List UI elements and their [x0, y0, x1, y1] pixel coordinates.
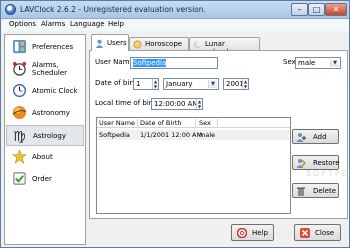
time-of-birth-value: 12:00:00 AM	[154, 100, 199, 108]
column-header-date-of-birth[interactable]: Date of Birth	[140, 119, 182, 127]
menu-options[interactable]: Options	[9, 20, 36, 28]
tab-users[interactable]: Users	[91, 34, 129, 51]
svg-text:♍: ♍	[13, 129, 26, 143]
menu-help[interactable]: Help	[108, 20, 124, 28]
minimize-button[interactable]: –	[291, 3, 308, 16]
watermark: SOFTPEDIA	[306, 169, 350, 178]
moon-icon	[193, 40, 202, 49]
sidebar-item-astronomy[interactable]: Astronomy	[6, 103, 84, 124]
close-button-label: Close	[315, 229, 335, 237]
restore-button-label: Restore	[313, 159, 340, 167]
sidebar-item-label: Order	[32, 175, 52, 183]
sidebar: Preferences Alarms, Scheduler Atomic Clo…	[4, 34, 86, 245]
menu-alarms[interactable]: Alarms	[41, 20, 65, 28]
add-user-icon	[296, 133, 306, 142]
sidebar-item-label: About	[32, 153, 53, 161]
birth-year-stepper[interactable]: 2001 ▲ ▼	[223, 78, 249, 90]
spinner-arrows-icon[interactable]: ▲ ▼	[242, 79, 248, 89]
window-title: LAVClock 2.6.2 - Unregistered evaluation…	[20, 5, 206, 14]
add-button-label: Add	[313, 133, 327, 141]
astrology-icon: ♍	[13, 129, 26, 143]
menu-language[interactable]: Language	[70, 20, 105, 28]
close-window-button[interactable]: ✕	[325, 3, 347, 16]
birth-day-stepper[interactable]: 1 ▲ ▼	[133, 78, 159, 90]
app-icon	[5, 4, 16, 15]
tab-label: Users	[107, 39, 127, 47]
help-button[interactable]: Help	[231, 224, 274, 241]
tab-lunar-calendars[interactable]: Lunar calendars	[189, 37, 260, 56]
sidebar-item-label: Astronomy	[32, 109, 70, 117]
sex-value: male	[298, 59, 316, 67]
sidebar-item-label: Alarms,	[32, 61, 59, 69]
restore-button[interactable]: Restore	[292, 155, 340, 170]
cell-date-of-birth: 1/1/2001 12:00 AM	[140, 131, 203, 139]
users-table[interactable]: User Name Date of Birth Sex Softpedia 1/…	[96, 117, 291, 214]
tab-label: Horoscope	[145, 40, 183, 48]
sidebar-item-about[interactable]: About	[6, 147, 84, 168]
user-name-value: Softpedia	[133, 59, 167, 67]
birth-month-select[interactable]: January ▼	[163, 78, 219, 90]
atomic-clock-icon	[12, 83, 27, 98]
main-content: Users Horoscope Lunar calendars User Nam…	[89, 34, 350, 219]
column-header-sex[interactable]: Sex	[199, 119, 211, 127]
maximize-button[interactable]: □	[308, 3, 325, 16]
order-icon	[13, 172, 26, 185]
alarm-clock-icon	[12, 61, 27, 76]
cell-sex: male	[199, 131, 216, 139]
sidebar-item-alarms[interactable]: Alarms, Scheduler	[6, 59, 84, 80]
close-button[interactable]: Close	[294, 224, 341, 241]
lifebuoy-icon	[237, 228, 247, 238]
trash-icon	[297, 187, 305, 196]
astronomy-icon	[12, 105, 27, 120]
horoscope-icon	[133, 40, 142, 49]
sex-select[interactable]: male ▼	[295, 57, 341, 69]
tab-strip: Users Horoscope Lunar calendars	[89, 34, 348, 56]
users-panel: User Name Softpedia Sex male ▼ Date of b…	[89, 50, 350, 219]
about-icon	[12, 149, 27, 164]
sidebar-item-preferences[interactable]: Preferences	[6, 37, 84, 58]
column-divider[interactable]	[217, 119, 218, 127]
sidebar-item-astrology[interactable]: ♍ Astrology	[6, 125, 84, 146]
tab-horoscope[interactable]: Horoscope	[129, 37, 189, 50]
title-bar[interactable]: LAVClock 2.6.2 - Unregistered evaluation…	[1, 1, 349, 19]
cell-user-name: Softpedia	[99, 131, 130, 139]
table-row[interactable]: Softpedia 1/1/2001 12:00 AM male	[98, 130, 289, 140]
restore-icon	[296, 159, 306, 168]
preferences-icon	[12, 39, 27, 54]
menu-bar: Options Alarms Language Help	[1, 19, 349, 31]
user-name-label: User Name	[95, 58, 134, 66]
birth-day-value: 1	[136, 80, 141, 88]
sex-label: Sex	[283, 58, 296, 66]
time-of-birth-label: Local time of birth	[95, 99, 159, 107]
column-divider[interactable]	[195, 119, 196, 127]
spinner-arrows-icon[interactable]: ▲ ▼	[196, 99, 202, 109]
table-header: User Name Date of Birth Sex	[97, 118, 290, 128]
sidebar-item-label: Preferences	[32, 43, 74, 51]
sidebar-item-order[interactable]: Order	[6, 169, 84, 190]
sidebar-item-label: Astrology	[33, 132, 67, 140]
add-button[interactable]: Add	[292, 129, 339, 144]
spinner-arrows-icon[interactable]: ▲ ▼	[152, 79, 158, 89]
help-button-label: Help	[252, 229, 268, 237]
column-divider[interactable]	[137, 119, 138, 127]
sidebar-item-label: Atomic Clock	[32, 87, 78, 95]
chevron-down-icon[interactable]: ▼	[208, 80, 217, 88]
column-header-user-name[interactable]: User Name	[99, 119, 135, 127]
time-of-birth-input[interactable]: 12:00:00 AM ▲ ▼	[151, 98, 203, 110]
birth-month-value: January	[166, 80, 193, 88]
sidebar-item-atomic-clock[interactable]: Atomic Clock	[6, 81, 84, 102]
delete-button[interactable]: Delete	[292, 183, 339, 198]
close-icon	[300, 228, 310, 238]
chevron-down-icon[interactable]: ▼	[330, 59, 339, 67]
delete-button-label: Delete	[313, 187, 336, 195]
app-window: LAVClock 2.6.2 - Unregistered evaluation…	[0, 0, 350, 248]
sidebar-item-label-line2: Scheduler	[32, 69, 68, 77]
user-icon	[95, 39, 104, 48]
user-name-input[interactable]: Softpedia	[130, 57, 218, 69]
